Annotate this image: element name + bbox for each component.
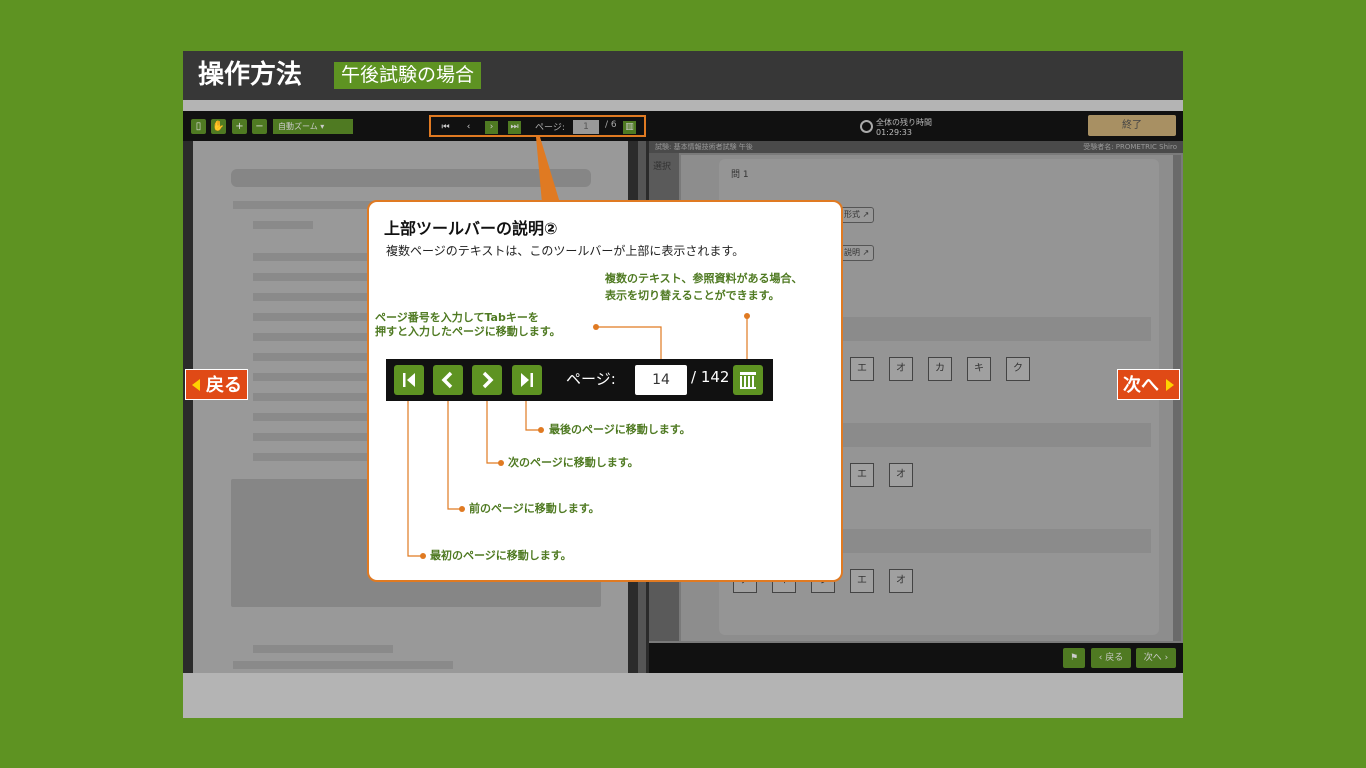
first-page-button[interactable] (394, 365, 424, 395)
top-toolbar: ▯ ✋ + − 自動ズーム ▾ ⏮ ‹ › ⏭ ページ: 1 / 6 ▥ 全体の… (183, 111, 1183, 141)
tutorial-prev-label: 戻る (206, 375, 242, 396)
annotation-input-line2: 押すと入力したページに移動します。 (375, 325, 561, 338)
last-page-button[interactable] (512, 365, 542, 395)
tutorial-next-label: 次へ (1123, 375, 1159, 396)
reference-link-1-label: 形式 (844, 210, 860, 219)
flag-icon[interactable]: ⚑ (1063, 648, 1085, 668)
page-nav-highlight: ⏮ ‹ › ⏭ ページ: 1 / 6 ▥ (429, 115, 646, 137)
examinee-name: 受験者名: PROMETRIC Shiro (1083, 143, 1177, 151)
first-page-icon (403, 373, 415, 387)
demo-toolbar: ページ: 14 / 142 (386, 359, 773, 401)
choice-option[interactable]: エ (850, 357, 874, 381)
next-page-button[interactable] (472, 365, 502, 395)
last-page-icon (521, 373, 533, 387)
annotation-next: 次のページに移動します。 (508, 456, 639, 469)
timer-value: 01:29:33 (876, 128, 912, 137)
annotation-switch-line1: 複数のテキスト、参照資料がある場合、 (605, 272, 803, 285)
exam-name: 試験: 基本情報技術者試験 午後 (655, 143, 753, 151)
doc-text-line (253, 645, 393, 653)
page-title: 操作方法 (198, 60, 303, 90)
end-button[interactable]: 終了 (1088, 115, 1176, 136)
tutorial-prev-button[interactable]: 戻る (185, 369, 248, 400)
zoom-in-icon[interactable]: + (232, 119, 247, 134)
choice-option[interactable]: エ (850, 569, 874, 593)
last-page-small-icon[interactable]: ⏭ (508, 121, 521, 134)
annotation-first: 最初のページに移動します。 (430, 549, 572, 562)
next-button-label: 次へ (1143, 653, 1162, 663)
choice-option[interactable]: オ (889, 357, 913, 381)
callout-box: 上部ツールバーの説明② 複数ページのテキストは、このツールバーが上部に表示されま… (367, 200, 843, 582)
prev-page-icon (441, 371, 453, 389)
arrow-right-icon (1166, 379, 1174, 391)
timer-icon (860, 120, 873, 133)
prev-page-button[interactable] (433, 365, 463, 395)
page-total: / 6 (605, 120, 617, 130)
annotation-input-line1: ページ番号を入力してTabキーを (375, 311, 539, 324)
choice-option[interactable]: オ (889, 463, 913, 487)
doc-text-line (253, 221, 313, 229)
select-label: 選択 (653, 162, 672, 172)
page-input[interactable]: 1 (573, 120, 599, 134)
page-subtitle: 午後試験の場合 (334, 62, 482, 89)
first-page-small-icon[interactable]: ⏮ (439, 121, 452, 134)
choice-option[interactable]: キ (967, 357, 991, 381)
demo-page-input[interactable]: 14 (635, 365, 687, 395)
demo-page-label: ページ: (566, 370, 616, 388)
choice-option[interactable]: エ (850, 463, 874, 487)
timer-label: 全体の残り時間 (876, 118, 932, 127)
next-button[interactable]: 次へ › (1136, 648, 1176, 668)
annotation-prev: 前のページに移動します。 (469, 502, 600, 515)
sidebar-toggle-icon[interactable]: ▯ (191, 119, 206, 134)
arrow-left-icon (192, 379, 200, 391)
tutorial-next-button[interactable]: 次へ (1117, 369, 1180, 400)
bottom-bar: ⚑ ‹ 戻る 次へ › (649, 643, 1183, 673)
next-page-icon (482, 371, 494, 389)
back-button-label: 戻る (1105, 653, 1124, 663)
choice-option[interactable]: カ (928, 357, 952, 381)
annotation-switch-line2: 表示を切り替えることができます。 (605, 289, 780, 302)
title-bar: 操作方法 午後試験の場合 (183, 51, 1183, 100)
zoom-select[interactable]: 自動ズーム ▾ (273, 119, 353, 134)
back-button[interactable]: ‹ 戻る (1091, 648, 1131, 668)
zoom-label: 自動ズーム (278, 122, 318, 131)
next-page-small-icon[interactable]: › (485, 121, 498, 134)
page-label: ページ: (535, 123, 565, 133)
demo-page-total: / 142 (691, 368, 730, 386)
doc-text-line (233, 661, 453, 669)
text-switch-icon (740, 372, 756, 389)
prev-page-small-icon[interactable]: ‹ (462, 121, 475, 134)
callout-pointer (536, 137, 560, 203)
reference-link-2-label: 説明 (844, 248, 860, 257)
zoom-out-icon[interactable]: − (252, 119, 267, 134)
text-switch-small-icon[interactable]: ▥ (623, 121, 636, 134)
hand-tool-icon[interactable]: ✋ (211, 119, 226, 134)
choice-option[interactable]: ク (1006, 357, 1030, 381)
annotation-last: 最後のページに移動します。 (549, 423, 691, 436)
exam-info-bar: 試験: 基本情報技術者試験 午後 受験者名: PROMETRIC Shiro (649, 141, 1183, 153)
question-label: 問 1 (731, 170, 749, 180)
choice-option[interactable]: オ (889, 569, 913, 593)
text-switch-button[interactable] (733, 365, 763, 395)
